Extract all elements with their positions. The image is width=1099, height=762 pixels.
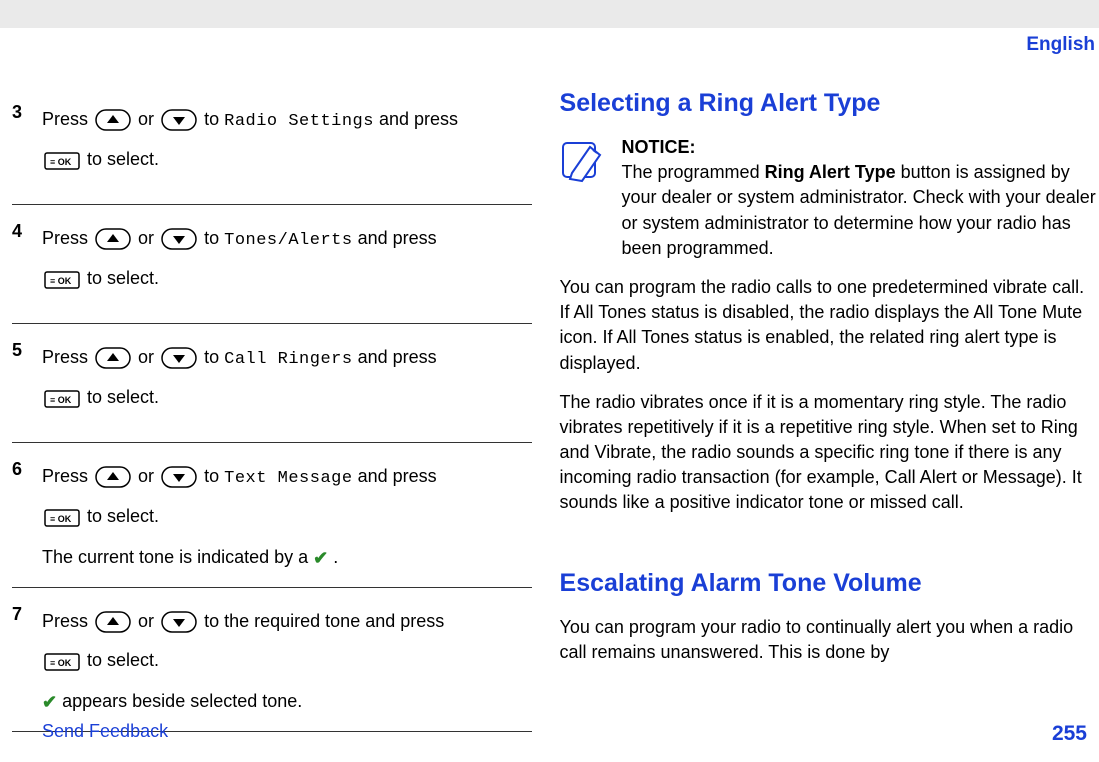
up-button-icon	[95, 611, 131, 633]
header-bar	[0, 0, 1099, 28]
page-number: 255	[1052, 719, 1087, 748]
step-6: 6 Press or to Text Message and press ≡ O…	[12, 443, 532, 588]
step-body: Press or to Tones/Alerts and press ≡ OK …	[42, 219, 532, 307]
ok-button-icon: ≡ OK	[44, 509, 80, 527]
down-button-icon	[161, 109, 197, 131]
text: to select.	[87, 149, 159, 169]
menu-target: Tones/Alerts	[224, 231, 352, 250]
text: or	[138, 109, 154, 129]
text: and press	[379, 109, 458, 129]
step-body: Press or to the required tone and press …	[42, 602, 532, 715]
step-body: Press or to Text Message and press ≡ OK …	[42, 457, 532, 571]
right-column: Selecting a Ring Alert Type NOTICE: The …	[560, 86, 1097, 732]
send-feedback-link[interactable]: Send Feedback	[42, 719, 168, 748]
down-button-icon	[161, 611, 197, 633]
ok-button-icon: ≡ OK	[44, 653, 80, 671]
svg-text:≡ OK: ≡ OK	[50, 514, 72, 524]
text: to select.	[87, 506, 159, 526]
text: Press	[42, 228, 88, 248]
notice-icon	[560, 135, 608, 261]
checkmark-icon: ✔	[313, 546, 328, 571]
svg-text:≡ OK: ≡ OK	[50, 157, 72, 167]
text: to	[204, 109, 219, 129]
menu-target: Call Ringers	[224, 350, 352, 369]
text: or	[138, 347, 154, 367]
text: Press	[42, 611, 88, 631]
text: to select.	[87, 650, 159, 670]
text: or	[138, 466, 154, 486]
text: Press	[42, 466, 88, 486]
content-area: 3 Press or to Radio Settings and press ≡…	[0, 28, 1099, 732]
svg-text:≡ OK: ≡ OK	[50, 658, 72, 668]
up-button-icon	[95, 109, 131, 131]
text: Press	[42, 109, 88, 129]
text: and press	[358, 466, 437, 486]
step-body: Press or to Radio Settings and press ≡ O…	[42, 100, 532, 188]
text: or	[138, 228, 154, 248]
step-number: 4	[12, 219, 42, 307]
ok-button-icon: ≡ OK	[44, 152, 80, 170]
step-number: 5	[12, 338, 42, 426]
text: to	[204, 466, 219, 486]
text: and press	[358, 347, 437, 367]
notice-block: NOTICE: The programmed Ring Alert Type b…	[560, 135, 1097, 261]
text: The current tone is indicated by a	[42, 547, 308, 567]
step-7: 7 Press or to the required tone and pres…	[12, 588, 532, 732]
up-button-icon	[95, 347, 131, 369]
step-body: Press or to Call Ringers and press ≡ OK …	[42, 338, 532, 426]
paragraph: The radio vibrates once if it is a momen…	[560, 390, 1097, 516]
step-3: 3 Press or to Radio Settings and press ≡…	[12, 86, 532, 205]
section-heading-ring-alert: Selecting a Ring Alert Type	[560, 86, 1097, 121]
svg-text:≡ OK: ≡ OK	[50, 395, 72, 405]
text: or	[138, 611, 154, 631]
bold-text: Ring Alert Type	[765, 162, 896, 182]
text: to the required tone and press	[204, 611, 444, 631]
language-label: English	[1026, 32, 1095, 59]
step-number: 7	[12, 602, 42, 715]
paragraph: You can program the radio calls to one p…	[560, 275, 1097, 376]
ok-button-icon: ≡ OK	[44, 390, 80, 408]
text: appears beside selected tone.	[62, 691, 302, 711]
step-number: 3	[12, 100, 42, 188]
text: The programmed	[622, 162, 765, 182]
text: Press	[42, 347, 88, 367]
down-button-icon	[161, 228, 197, 250]
notice-label: NOTICE:	[622, 137, 696, 157]
menu-target: Radio Settings	[224, 112, 374, 131]
text: .	[333, 547, 338, 567]
text: to select.	[87, 387, 159, 407]
step-number: 6	[12, 457, 42, 571]
menu-target: Text Message	[224, 469, 352, 488]
up-button-icon	[95, 466, 131, 488]
down-button-icon	[161, 347, 197, 369]
up-button-icon	[95, 228, 131, 250]
down-button-icon	[161, 466, 197, 488]
left-column: 3 Press or to Radio Settings and press ≡…	[12, 86, 532, 732]
ok-button-icon: ≡ OK	[44, 271, 80, 289]
text: to select.	[87, 268, 159, 288]
notice-body: NOTICE: The programmed Ring Alert Type b…	[622, 135, 1097, 261]
footer: Send Feedback 255	[0, 719, 1099, 748]
svg-text:≡ OK: ≡ OK	[50, 276, 72, 286]
step-4: 4 Press or to Tones/Alerts and press ≡ O…	[12, 205, 532, 324]
paragraph: You can program your radio to continuall…	[560, 615, 1097, 665]
text: and press	[358, 228, 437, 248]
step-5: 5 Press or to Call Ringers and press ≡ O…	[12, 324, 532, 443]
text: to	[204, 347, 219, 367]
text: to	[204, 228, 219, 248]
section-heading-escalating: Escalating Alarm Tone Volume	[560, 566, 1097, 601]
checkmark-icon: ✔	[42, 690, 57, 715]
